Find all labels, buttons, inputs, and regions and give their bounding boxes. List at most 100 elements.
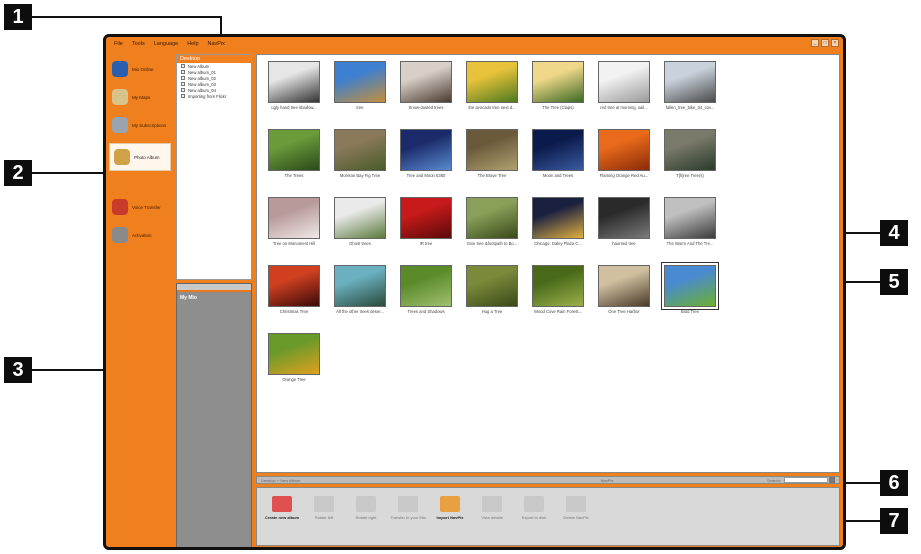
photo-thumbnail[interactable]: Flaming Orange Red Au... bbox=[591, 129, 657, 178]
photo-image bbox=[334, 61, 386, 103]
photo-thumbnail[interactable]: red tree at morning, sail... bbox=[591, 61, 657, 110]
photo-thumbnail[interactable]: Trees and Shadows bbox=[393, 265, 459, 314]
nav-item-label: Voice Transfer bbox=[132, 204, 161, 210]
photo-thumbnail[interactable]: Wood Cove Rain Forest... bbox=[525, 265, 591, 314]
photo-thumbnail-selected[interactable]: Bold Tree bbox=[657, 263, 723, 314]
photo-image bbox=[334, 265, 386, 307]
photo-thumbnail[interactable]: The Trees bbox=[261, 129, 327, 178]
album-tree-label: Importing from Flickr bbox=[188, 93, 227, 99]
photo-thumbnail[interactable]: Hug a Tree bbox=[459, 265, 525, 314]
photo-image bbox=[532, 265, 584, 307]
photo-caption: Ghost trees bbox=[349, 241, 371, 246]
search-icon[interactable] bbox=[828, 477, 835, 483]
nav-item-voice[interactable]: Voice Transfer bbox=[108, 193, 174, 221]
photo-image bbox=[466, 129, 518, 171]
photo-thumbnail[interactable]: IR tree bbox=[393, 197, 459, 246]
photo-thumbnail[interactable]: tree bbox=[327, 61, 393, 110]
photo-thumbnail[interactable]: Give tree &footpath to Bo... bbox=[459, 197, 525, 246]
rotate-left-button[interactable]: Rotate left bbox=[305, 496, 343, 520]
photo-thumbnail[interactable]: The Brave Tree bbox=[459, 129, 525, 178]
toolbar-label: Delete NavPix bbox=[563, 515, 589, 520]
photo-caption: Moreton Bay Fig Tree bbox=[339, 173, 381, 178]
subscriptions-icon bbox=[112, 117, 128, 133]
photo-thumbnail[interactable]: fallen_tree_bike_04_cov... bbox=[657, 61, 723, 110]
photo-image bbox=[334, 197, 386, 239]
menu-help[interactable]: Help bbox=[187, 41, 198, 47]
nav-item-globe[interactable]: Mio Online bbox=[108, 55, 174, 83]
photo-thumbnail[interactable]: The Worm And The Tre... bbox=[657, 197, 723, 246]
photo-image bbox=[662, 263, 718, 309]
globe-icon bbox=[112, 61, 128, 77]
view-details-button[interactable]: View details bbox=[473, 496, 511, 520]
photo-thumbnail[interactable]: Chicago: Daley Plaza C... bbox=[525, 197, 591, 246]
photo-thumbnail[interactable]: Tree on Monument Hill bbox=[261, 197, 327, 246]
nav-item-label: My Maps bbox=[132, 94, 151, 100]
nav-item-map[interactable]: My Maps bbox=[108, 83, 174, 111]
photo-image bbox=[598, 265, 650, 307]
menu-language[interactable]: Language bbox=[154, 41, 178, 47]
album-folder-icon bbox=[181, 76, 185, 80]
menu-tools[interactable]: Tools bbox=[132, 41, 145, 47]
photo-image bbox=[466, 265, 518, 307]
nav-item-subscriptions[interactable]: My Subscriptions bbox=[108, 111, 174, 139]
create-album-button[interactable]: Create new album bbox=[263, 496, 301, 520]
album-tree-item[interactable]: Importing from Flickr bbox=[177, 93, 251, 99]
search-input[interactable] bbox=[783, 477, 828, 483]
photo-caption: Bold Tree bbox=[681, 309, 699, 314]
photo-caption: Hug a Tree bbox=[481, 309, 503, 314]
photo-thumbnail[interactable]: haunted tree bbox=[591, 197, 657, 246]
photo-thumbnail[interactable]: Christmas Tree bbox=[261, 265, 327, 314]
create-album-icon bbox=[272, 496, 292, 512]
photo-image bbox=[664, 197, 716, 239]
photo-thumbnail[interactable]: All the other trees deser... bbox=[327, 265, 393, 314]
photo-caption: Orange Tree bbox=[282, 377, 306, 382]
menu-file[interactable]: File bbox=[114, 41, 123, 47]
mio-panel-splitter[interactable] bbox=[177, 284, 251, 292]
photo-thumbnail[interactable]: the avocado tree next d... bbox=[459, 61, 525, 110]
import-navpix-button[interactable]: Import NavPix bbox=[431, 496, 469, 520]
photo-caption: One Tree Harbor bbox=[608, 309, 640, 314]
menu-navpix[interactable]: NavPix bbox=[208, 41, 225, 47]
nav-item-photo-album[interactable]: Photo Album bbox=[109, 143, 171, 171]
album-tree-label: New album_02 bbox=[188, 75, 216, 81]
photo-thumbnail[interactable]: Ghost trees bbox=[327, 197, 393, 246]
photo-thumbnail[interactable]: ugly hand tree shadow... bbox=[261, 61, 327, 110]
album-tree-label: New Album bbox=[188, 63, 210, 69]
breadcrumb: Desktop > New Album bbox=[261, 477, 301, 483]
photo-thumbnail[interactable]: Moreton Bay Fig Tree bbox=[327, 129, 393, 178]
photo-thumbnail[interactable]: The Tree (Claps) bbox=[525, 61, 591, 110]
export-disk-button[interactable]: Export to disk bbox=[515, 496, 553, 520]
photo-caption: tree bbox=[356, 105, 364, 110]
window-controls: _ □ × bbox=[811, 39, 839, 47]
status-center-label: NavPix bbox=[600, 477, 614, 483]
photo-thumbnail[interactable]: Snow-dusted trees bbox=[393, 61, 459, 110]
delete-navpix-button[interactable]: Delete NavPix bbox=[557, 496, 595, 520]
photo-image bbox=[532, 197, 584, 239]
toolbar-label: Import NavPix bbox=[436, 515, 464, 520]
photo-image bbox=[268, 129, 320, 171]
photo-caption: The Brave Tree bbox=[477, 173, 507, 178]
photo-image bbox=[400, 129, 452, 171]
photo-thumbnail[interactable]: Orange Tree bbox=[261, 333, 327, 382]
photo-caption: Flaming Orange Red Au... bbox=[599, 173, 649, 178]
delete-navpix-icon bbox=[566, 496, 586, 512]
marker-1: 1 bbox=[4, 4, 32, 30]
maximize-button[interactable]: □ bbox=[821, 39, 829, 47]
photo-image bbox=[466, 197, 518, 239]
tree-root-desktop[interactable]: Desktop bbox=[177, 55, 251, 63]
photo-caption: Give tree &footpath to Bo... bbox=[466, 241, 518, 246]
transfer-button[interactable]: Transfer to your Mio bbox=[389, 496, 427, 520]
nav-item-activation[interactable]: Activation bbox=[108, 221, 174, 249]
close-button[interactable]: × bbox=[831, 39, 839, 47]
marker-5: 5 bbox=[880, 269, 908, 295]
photo-thumbnail[interactable]: T[h]ree Tree(s) bbox=[657, 129, 723, 178]
toolbar-label: View details bbox=[481, 515, 503, 520]
photo-caption: Moon and Trees bbox=[542, 173, 574, 178]
album-tree-label: New album_04 bbox=[188, 87, 216, 93]
photo-thumbnail[interactable]: One Tree Harbor bbox=[591, 265, 657, 314]
minimize-button[interactable]: _ bbox=[811, 39, 819, 47]
rotate-right-button[interactable]: Rotate right bbox=[347, 496, 385, 520]
marker-7: 7 bbox=[880, 508, 908, 534]
photo-thumbnail[interactable]: Moon and Trees bbox=[525, 129, 591, 178]
photo-thumbnail[interactable]: Tree and Moon 6360 bbox=[393, 129, 459, 178]
